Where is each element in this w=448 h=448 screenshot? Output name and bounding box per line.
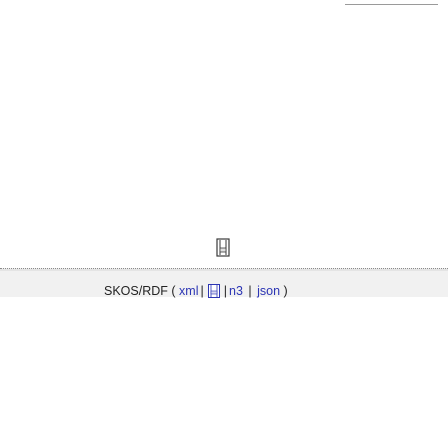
document-icon[interactable]: [216, 238, 230, 257]
format-label: SKOS/RDF: [104, 284, 168, 298]
page: SKOS/RDF ( xml | | n3 | json ): [0, 0, 448, 448]
format-links-line: SKOS/RDF ( xml | | n3 | json ): [104, 283, 288, 299]
file-icon[interactable]: [207, 284, 220, 298]
n3-link[interactable]: n3: [229, 283, 243, 299]
separator: |: [248, 284, 252, 298]
separator: |: [200, 284, 204, 298]
top-divider: [345, 4, 438, 5]
close-paren: ): [283, 284, 288, 298]
separator: |: [223, 284, 227, 298]
json-link[interactable]: json: [257, 283, 280, 299]
xml-link[interactable]: xml: [179, 283, 198, 299]
